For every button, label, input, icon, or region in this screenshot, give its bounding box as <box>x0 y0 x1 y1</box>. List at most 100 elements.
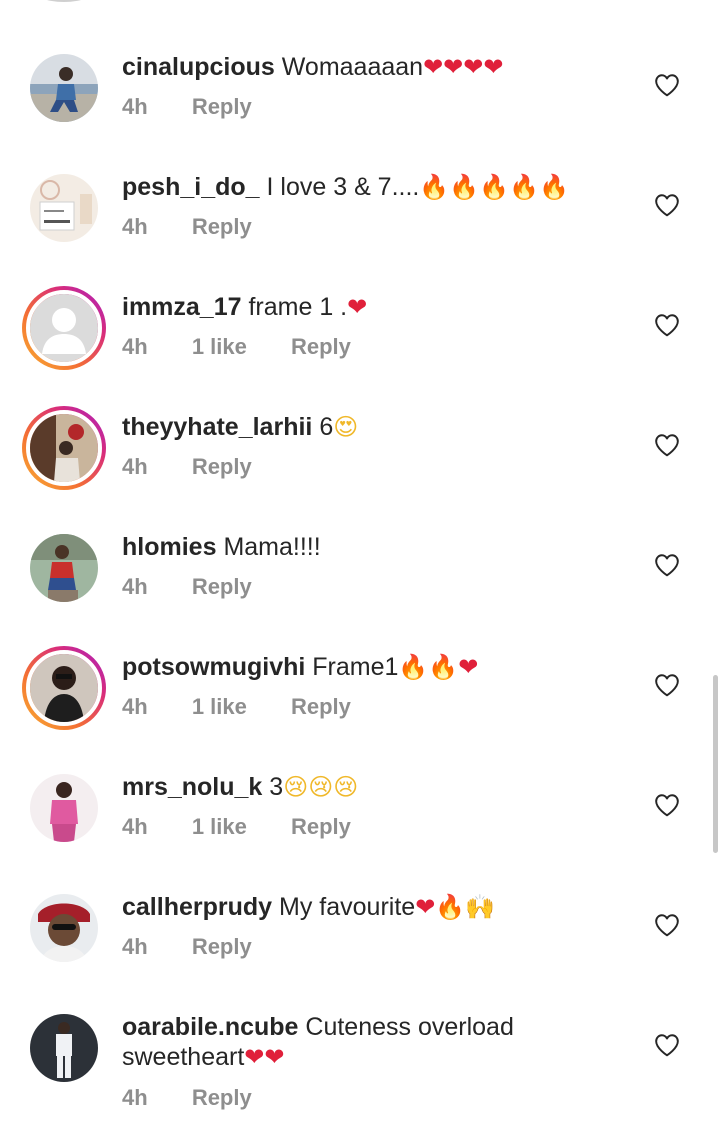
comment-body: My favourite <box>279 893 416 921</box>
comment-username[interactable]: potsowmugivhi <box>122 653 305 681</box>
like-heart-icon[interactable] <box>654 1033 680 1057</box>
profile-photo-cinalupcious <box>30 54 98 122</box>
comment-username[interactable]: callherprudy <box>122 893 272 921</box>
avatar[interactable] <box>22 286 106 370</box>
comment-username[interactable]: mrs_nolu_k <box>122 773 262 801</box>
emoji-group: 😢😢😢 <box>283 773 358 801</box>
reply-button[interactable]: Reply <box>291 814 351 839</box>
comment-username[interactable]: theyyhate_larhii <box>122 413 312 441</box>
comment-meta: 4h Reply <box>122 454 290 480</box>
comment-timestamp: 4h <box>122 814 148 839</box>
heart-outline-icon <box>655 674 679 697</box>
comment-text-line: pesh_i_do_ I love 3 & 7....🔥🔥🔥🔥🔥 <box>122 172 642 202</box>
previous-avatar-edge <box>30 0 98 2</box>
comment-text-line: potsowmugivhi Frame1🔥🔥❤ <box>122 652 642 682</box>
face-emoji-icon: 😍 <box>333 413 359 441</box>
comment-timestamp: 4h <box>122 94 148 119</box>
reply-button[interactable]: Reply <box>291 694 351 719</box>
heart-emoji-icon: ❤ <box>415 893 436 921</box>
comment-meta: 4h Reply <box>122 94 290 120</box>
emoji-group: 🔥🔥❤ <box>398 653 478 681</box>
heart-emoji-icon: ❤ <box>347 293 368 321</box>
comment-text-line: theyyhate_larhii 6😍 <box>122 412 642 442</box>
comment-meta: 4h 1 like Reply <box>122 334 389 360</box>
comment-timestamp: 4h <box>122 214 148 239</box>
heart-emoji-icon: ❤ <box>483 53 504 81</box>
hands-emoji-icon: 🙌 <box>465 893 496 921</box>
fire-emoji-icon: 🔥 <box>538 173 569 201</box>
fire-emoji-icon: 🔥 <box>419 173 450 201</box>
like-heart-icon[interactable] <box>654 673 680 697</box>
scrollbar[interactable] <box>713 675 718 853</box>
emoji-group: ❤🔥🙌 <box>415 893 495 921</box>
avatar[interactable] <box>22 526 106 610</box>
emoji-group: 🔥🔥🔥🔥🔥 <box>419 173 568 201</box>
comment-body: 6 <box>319 413 334 441</box>
comment-text-line: mrs_nolu_k 3😢😢😢 <box>122 772 642 802</box>
reply-button[interactable]: Reply <box>192 94 252 119</box>
comment-username[interactable]: oarabile.ncube <box>122 1013 298 1041</box>
likes-count[interactable]: 1 like <box>192 694 247 719</box>
emoji-group: ❤❤❤❤ <box>423 53 503 81</box>
avatar[interactable] <box>22 406 106 490</box>
avatar[interactable] <box>22 886 106 970</box>
comment-username[interactable]: pesh_i_do_ <box>122 173 260 201</box>
comment-meta: 4h Reply <box>122 1085 290 1111</box>
heart-outline-icon <box>655 554 679 577</box>
comment-text-line: oarabile.ncube Cuteness overload sweethe… <box>122 1012 542 1072</box>
heart-outline-icon <box>655 74 679 97</box>
likes-count[interactable]: 1 like <box>192 814 247 839</box>
like-heart-icon[interactable] <box>654 313 680 337</box>
comment-username[interactable]: cinalupcious <box>122 53 275 81</box>
profile-photo-potsowmugivhi <box>30 654 98 722</box>
like-heart-icon[interactable] <box>654 793 680 817</box>
heart-emoji-icon: ❤ <box>423 53 444 81</box>
reply-button[interactable]: Reply <box>192 214 252 239</box>
avatar[interactable] <box>22 46 106 130</box>
heart-outline-icon <box>655 914 679 937</box>
reply-button[interactable]: Reply <box>192 1085 252 1110</box>
like-heart-icon[interactable] <box>654 913 680 937</box>
profile-photo-pesh <box>30 174 98 242</box>
face-emoji-icon: 😢 <box>333 773 359 801</box>
heart-emoji-icon: ❤ <box>443 53 464 81</box>
comment-meta: 4h 1 like Reply <box>122 694 389 720</box>
comment-text-line: callherprudy My favourite❤🔥🙌 <box>122 892 642 922</box>
emoji-group: ❤ <box>347 293 367 321</box>
comment-text-line: immza_17 frame 1 .❤ <box>122 292 642 322</box>
reply-button[interactable]: Reply <box>192 454 252 479</box>
comment-meta: 4h Reply <box>122 214 290 240</box>
avatar[interactable] <box>22 166 106 250</box>
comment-meta: 4h Reply <box>122 934 290 960</box>
emoji-group: 😍 <box>333 413 358 441</box>
avatar[interactable] <box>22 1006 106 1090</box>
fire-emoji-icon: 🔥 <box>435 893 466 921</box>
heart-outline-icon <box>655 794 679 817</box>
comment-timestamp: 4h <box>122 694 148 719</box>
default-profile-photo <box>30 294 98 362</box>
fire-emoji-icon: 🔥 <box>449 173 480 201</box>
face-emoji-icon: 😢 <box>283 773 309 801</box>
reply-button[interactable]: Reply <box>192 574 252 599</box>
heart-outline-icon <box>655 314 679 337</box>
heart-emoji-icon: ❤ <box>463 53 484 81</box>
comment-text-line: hlomies Mama!!!! <box>122 532 642 562</box>
like-heart-icon[interactable] <box>654 553 680 577</box>
comment-username[interactable]: hlomies <box>122 533 216 561</box>
avatar[interactable] <box>22 646 106 730</box>
comment-timestamp: 4h <box>122 454 148 479</box>
likes-count[interactable]: 1 like <box>192 334 247 359</box>
avatar[interactable] <box>22 766 106 850</box>
comment-text-line: cinalupcious Womaaaaan❤❤❤❤ <box>122 52 642 82</box>
profile-photo-oarabile <box>30 1014 98 1082</box>
comment-timestamp: 4h <box>122 334 148 359</box>
reply-button[interactable]: Reply <box>192 934 252 959</box>
like-heart-icon[interactable] <box>654 433 680 457</box>
reply-button[interactable]: Reply <box>291 334 351 359</box>
comment-username[interactable]: immza_17 <box>122 293 242 321</box>
heart-emoji-icon: ❤ <box>244 1043 265 1071</box>
comment-body: Mama!!!! <box>223 533 321 561</box>
comment-body: I love 3 & 7.... <box>266 173 420 201</box>
like-heart-icon[interactable] <box>654 73 680 97</box>
like-heart-icon[interactable] <box>654 193 680 217</box>
